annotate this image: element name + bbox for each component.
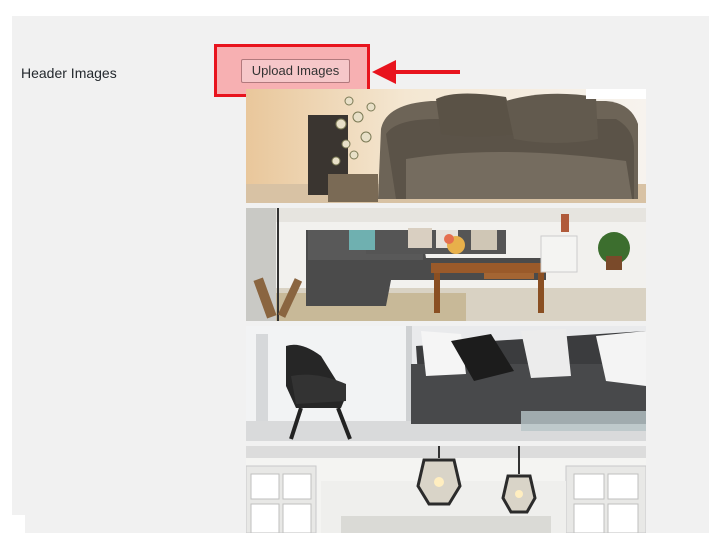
upload-images-button[interactable]: Upload Images xyxy=(241,59,350,83)
header-image-1-picture xyxy=(246,89,646,203)
header-image-1[interactable] xyxy=(246,89,646,203)
header-image-4-picture xyxy=(246,446,646,533)
field-label: Header Images xyxy=(21,65,117,81)
pointer-arrow-icon xyxy=(372,60,460,84)
panel-notch xyxy=(12,515,25,533)
header-image-2[interactable] xyxy=(246,208,646,321)
header-image-4[interactable] xyxy=(246,446,646,533)
header-image-2-picture xyxy=(246,208,646,321)
header-image-3-picture xyxy=(246,326,646,441)
header-image-3[interactable] xyxy=(246,326,646,441)
